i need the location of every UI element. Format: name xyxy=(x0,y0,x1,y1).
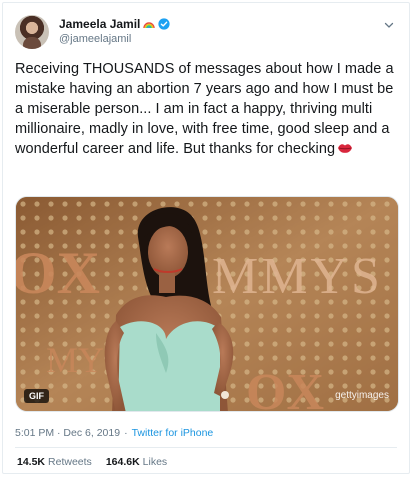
tweet-meta: 5:01 PM · Dec 6, 2019 · Twitter for iPho… xyxy=(15,427,213,439)
lips-icon xyxy=(338,144,353,153)
rainbow-flag-icon xyxy=(143,22,156,29)
chevron-down-icon[interactable] xyxy=(383,19,395,31)
backdrop-text-bottom-right: OX xyxy=(246,364,324,412)
tweet-stats: 14.5K Retweets 164.6K Likes xyxy=(17,456,167,468)
media-gif[interactable]: OX MMYS MY OX GIF gettyimages xyxy=(15,196,399,412)
user-handle[interactable]: @jameelajamil xyxy=(59,33,131,45)
backdrop-text-right: MMYS xyxy=(212,248,383,305)
backdrop-text-bottom: MY xyxy=(46,340,104,380)
retweets-stat[interactable]: 14.5K Retweets xyxy=(17,456,92,468)
tweet-card: Jameela Jamil @jameelajamil Receiving TH… xyxy=(2,2,410,474)
gif-badge: GIF xyxy=(24,389,49,403)
retweets-label: Retweets xyxy=(48,456,92,468)
backdrop-text-left: OX xyxy=(16,240,100,306)
likes-stat[interactable]: 164.6K Likes xyxy=(106,456,167,468)
avatar[interactable] xyxy=(15,15,49,49)
tweet-header: Jameela Jamil @jameelajamil xyxy=(15,15,397,51)
verified-badge-icon xyxy=(158,18,171,30)
retweets-count: 14.5K xyxy=(17,456,46,468)
tweet-text: Receiving THOUSANDS of messages about ho… xyxy=(15,59,403,159)
likes-label: Likes xyxy=(142,456,168,468)
name-row: Jameela Jamil xyxy=(59,17,171,31)
media-image: OX MMYS MY OX xyxy=(16,197,398,412)
timestamp[interactable]: 5:01 PM · Dec 6, 2019 xyxy=(15,427,120,439)
divider xyxy=(15,447,397,448)
likes-count: 164.6K xyxy=(105,456,140,468)
source-link[interactable]: Twitter for iPhone xyxy=(132,427,214,439)
getty-watermark: gettyimages xyxy=(335,390,389,401)
meta-separator: · xyxy=(124,427,128,439)
display-name[interactable]: Jameela Jamil xyxy=(59,17,140,31)
